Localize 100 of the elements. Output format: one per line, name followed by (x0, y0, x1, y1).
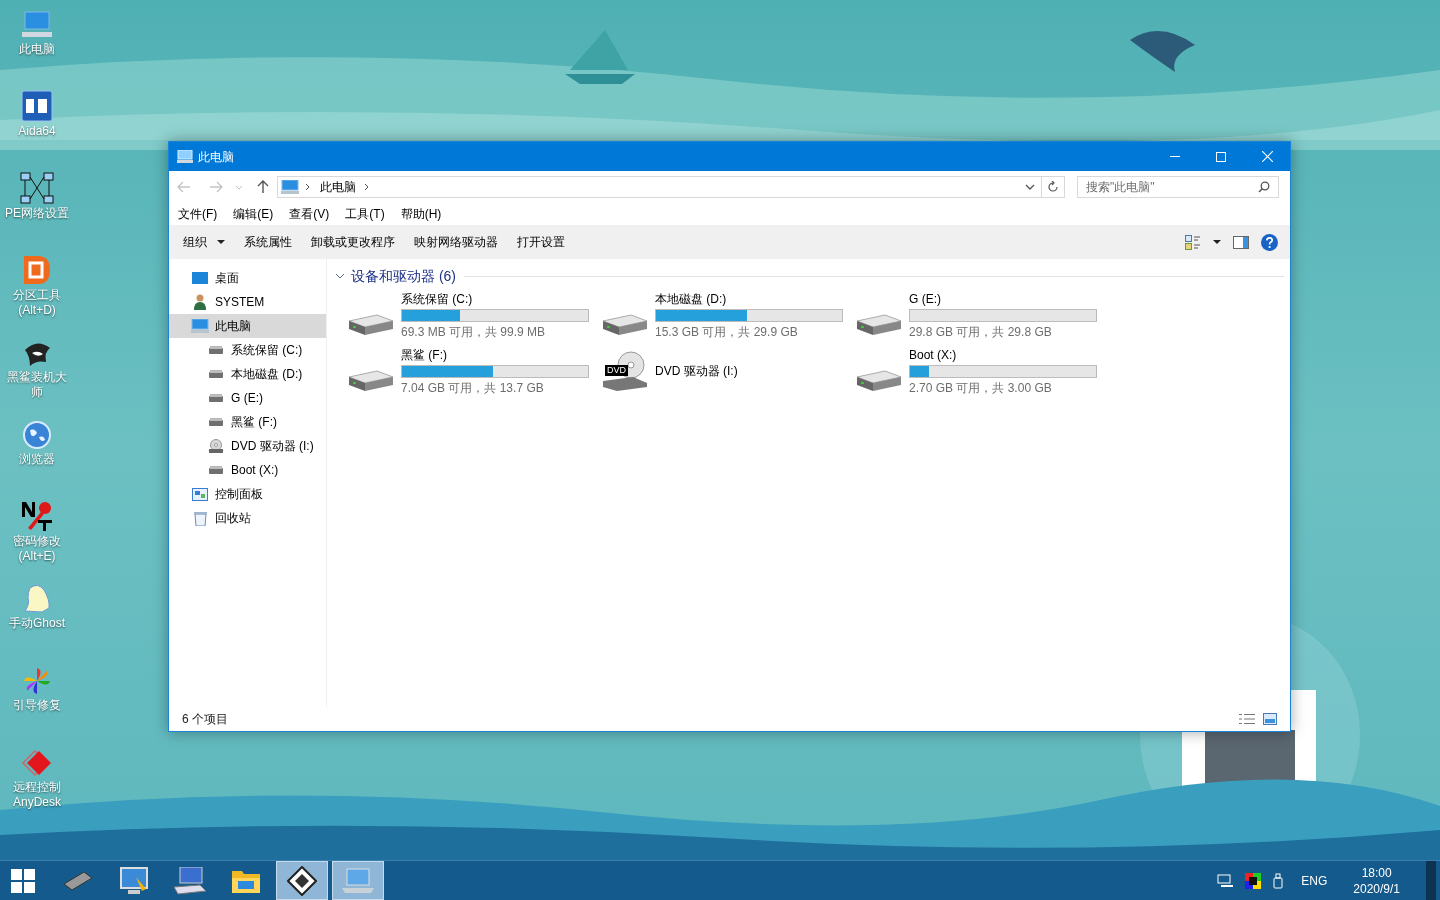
dropdown-icon[interactable] (1213, 240, 1221, 244)
menu-item[interactable]: 查看(V) (284, 205, 335, 223)
clock-time: 18:00 (1361, 864, 1392, 881)
nav-label: 桌面 (215, 270, 239, 287)
toolbar-button[interactable]: 组织 (175, 225, 233, 259)
control-panel-icon (192, 487, 208, 501)
minimize-icon (1170, 156, 1180, 157)
drive-tile[interactable]: G (E:) 29.8 GB 可用，共 29.8 GB (855, 287, 1109, 343)
nav-label: 此电脑 (215, 318, 251, 335)
chevron-right-icon (305, 183, 310, 191)
nav-label: 回收站 (215, 510, 251, 527)
drive-icon (209, 418, 223, 426)
drive-name: G (E:) (909, 290, 942, 307)
nav-label: SYSTEM (215, 294, 265, 311)
hard-drive-icon (349, 367, 393, 391)
drive-tile[interactable]: 黑鲨 (F:) 7.04 GB 可用，共 13.7 GB (347, 343, 601, 399)
refresh-icon[interactable] (1047, 181, 1059, 193)
drive-tile[interactable]: 本地磁盘 (D:) 15.3 GB 可用，共 29.9 GB (601, 287, 855, 343)
drive-icon (209, 346, 223, 354)
hard-drive-icon (857, 311, 901, 335)
nav-item[interactable]: 此电脑 (169, 314, 326, 338)
search-field[interactable]: 搜索"此电脑" (1077, 176, 1279, 198)
menu-item[interactable]: 文件(F) (173, 205, 223, 223)
recycle-bin-icon (193, 510, 207, 526)
laptop-icon (342, 867, 374, 894)
app-icon (21, 90, 53, 122)
thumbnail-view-icon[interactable] (1263, 713, 1277, 725)
drive-icon (209, 370, 223, 378)
hard-drive-icon (857, 367, 901, 391)
shortcut-label: 此电脑 (18, 42, 56, 57)
chevron-down-icon[interactable] (1025, 184, 1035, 190)
computer-icon (177, 150, 193, 163)
nav-item[interactable]: G (E:) (169, 386, 326, 410)
toolbar-button[interactable]: 打开设置 (509, 225, 573, 259)
taskbar-button[interactable] (276, 861, 328, 900)
drive-space: 69.3 MB 可用，共 99.9 MB (401, 323, 547, 340)
user-icon (193, 294, 207, 310)
color-grid-icon[interactable] (1245, 872, 1262, 889)
drive-space: 2.70 GB 可用，共 3.00 GB (909, 379, 1053, 396)
help-icon[interactable] (1261, 233, 1278, 251)
menu-item[interactable]: 帮助(H) (395, 205, 447, 223)
drive-name: 黑鲨 (F:) (401, 346, 448, 363)
disc-icon (209, 439, 223, 453)
nav-item[interactable]: SYSTEM (169, 290, 326, 314)
up-arrow-icon[interactable] (257, 180, 269, 194)
nav-item[interactable]: 本地磁盘 (D:) (169, 362, 326, 386)
hard-drive-icon (603, 311, 647, 335)
menu-item[interactable]: 工具(T) (340, 205, 390, 223)
close-icon (1261, 151, 1273, 162)
nav-item[interactable]: 系统保留 (C:) (169, 338, 326, 362)
sailboat-drawing (565, 30, 635, 84)
toolbar-button[interactable]: 系统属性 (236, 225, 300, 259)
input-language[interactable]: ENG (1301, 871, 1328, 890)
usb-drive-icon[interactable] (1273, 872, 1284, 889)
menu-item[interactable]: 编辑(E) (228, 205, 279, 223)
shortcut-label: 手动Ghost (8, 616, 66, 631)
view-options-icon[interactable] (1185, 234, 1201, 250)
dvd-label: DVD (605, 365, 628, 376)
drive-tile[interactable]: 系统保留 (C:) 69.3 MB 可用，共 99.9 MB (347, 287, 601, 343)
toolbar-button[interactable]: 卸载或更改程序 (303, 225, 403, 259)
partition-tool-icon (22, 254, 52, 286)
chevron-right-icon (364, 183, 369, 191)
chevron-down-icon[interactable] (335, 273, 345, 279)
drive-name: 本地磁盘 (D:) (655, 290, 728, 307)
nav-item[interactable]: DVD 驱动器 (I:) (169, 434, 326, 458)
maximize-icon (1216, 151, 1226, 162)
search-input[interactable]: 搜索"此电脑" (1086, 178, 1258, 196)
folder-icon (232, 868, 260, 893)
shortcut-label: 浏览器 (18, 452, 56, 467)
details-view-icon[interactable] (1239, 713, 1255, 725)
preview-pane-icon[interactable] (1233, 235, 1249, 249)
network-icon (20, 172, 54, 204)
flower-icon (22, 666, 52, 696)
monitor-icon (120, 866, 148, 895)
clock[interactable]: 18:00 2020/9/1 (1339, 864, 1414, 897)
nav-label: G (E:) (231, 390, 263, 407)
shortcut-label: Aida64 (17, 124, 57, 139)
desktop-icon (192, 272, 208, 284)
network-icon[interactable] (1217, 873, 1234, 888)
hard-drive-icon (349, 311, 393, 335)
drive-name: Boot (X:) (909, 346, 958, 363)
drive-name: 系统保留 (C:) (401, 290, 474, 307)
nav-item[interactable]: 回收站 (169, 506, 326, 530)
nav-item[interactable]: 控制面板 (169, 482, 326, 506)
drive-tile[interactable]: DVD DVD 驱动器 (I:) (601, 343, 855, 399)
group-header[interactable]: 设备和驱动器 (6) (351, 265, 456, 287)
address-bar[interactable]: 此电脑 (277, 176, 1065, 198)
drive-tile[interactable]: Boot (X:) 2.70 GB 可用，共 3.00 GB (855, 343, 1109, 399)
nav-item[interactable]: 黑鲨 (F:) (169, 410, 326, 434)
toolbar-button[interactable]: 映射网络驱动器 (406, 225, 506, 259)
nav-item[interactable]: Boot (X:) (169, 458, 326, 482)
nav-item[interactable]: 桌面 (169, 266, 326, 290)
shortcut-label: 远程控制 AnyDesk (12, 780, 62, 810)
breadcrumb[interactable]: 此电脑 (320, 178, 356, 196)
computer-icon (191, 319, 209, 333)
drive-icon (209, 394, 223, 402)
chip-icon (62, 869, 94, 892)
shortcut-label: 密码修改 (Alt+E) (12, 534, 62, 564)
shortcut-label: 黑鲨装机大师 (6, 370, 68, 400)
drive-space: 29.8 GB 可用，共 29.8 GB (909, 323, 1053, 340)
